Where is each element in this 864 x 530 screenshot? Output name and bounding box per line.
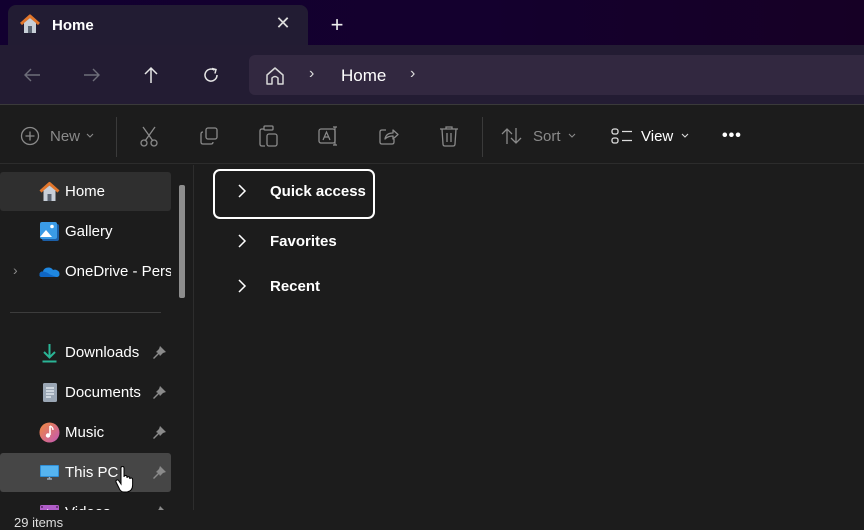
title-bar: Home ✕ + xyxy=(0,0,864,45)
sidebar-item-downloads[interactable]: Downloads xyxy=(0,333,171,372)
address-bar[interactable]: › Home › xyxy=(249,55,864,95)
forward-button[interactable] xyxy=(77,61,107,89)
breadcrumb-separator[interactable]: › xyxy=(410,65,415,83)
tab-home[interactable]: Home ✕ xyxy=(8,5,308,45)
chevron-right-icon[interactable] xyxy=(235,183,249,199)
refresh-icon xyxy=(204,67,218,82)
cut-button[interactable] xyxy=(139,123,159,149)
up-button[interactable] xyxy=(136,61,166,89)
downloads-icon xyxy=(42,344,57,363)
sidebar-item-this-pc[interactable]: This PC xyxy=(0,453,171,492)
sidebar-item-label: Home xyxy=(65,183,106,200)
forward-arrow-icon xyxy=(84,68,100,82)
back-button[interactable] xyxy=(17,61,47,89)
view-label: View xyxy=(641,127,674,145)
delete-button[interactable] xyxy=(439,123,459,149)
chevron-right-icon[interactable] xyxy=(235,233,249,249)
sidebar-divider xyxy=(10,312,161,313)
pin-icon[interactable] xyxy=(152,425,167,440)
chevron-down-icon xyxy=(681,133,689,138)
pin-icon[interactable] xyxy=(152,385,167,400)
this-pc-icon xyxy=(40,465,59,480)
back-arrow-icon xyxy=(24,68,40,82)
new-button[interactable]: New xyxy=(20,123,94,149)
sidebar-item-onedrive[interactable]: › OneDrive - Personal xyxy=(0,252,171,291)
item-count: 29 items xyxy=(14,515,64,530)
chevron-right-icon[interactable] xyxy=(235,278,249,294)
sort-icon xyxy=(501,128,522,144)
sidebar-scrollbar[interactable] xyxy=(179,185,185,298)
close-tab-icon[interactable]: ✕ xyxy=(273,13,293,33)
up-arrow-icon xyxy=(144,66,158,83)
copy-button[interactable] xyxy=(199,123,219,149)
rename-button[interactable] xyxy=(318,123,340,149)
view-icon xyxy=(611,128,632,144)
home-icon xyxy=(20,14,40,33)
documents-icon xyxy=(43,383,57,402)
videos-icon xyxy=(40,505,59,510)
sidebar-item-videos[interactable]: Videos xyxy=(0,493,171,510)
gallery-icon xyxy=(40,222,59,241)
new-tab-button[interactable]: + xyxy=(325,14,349,38)
breadcrumb-home[interactable]: Home xyxy=(341,66,386,86)
sidebar-item-documents[interactable]: Documents xyxy=(0,373,171,412)
share-icon xyxy=(379,129,399,145)
sidebar-item-music[interactable]: Music xyxy=(0,413,171,452)
delete-icon xyxy=(440,126,458,147)
toolbar-divider xyxy=(482,117,483,157)
paste-icon xyxy=(259,125,278,147)
cut-icon xyxy=(140,126,158,147)
pin-icon[interactable] xyxy=(152,465,167,480)
breadcrumb-separator[interactable]: › xyxy=(309,65,314,83)
sort-button[interactable]: Sort xyxy=(501,123,576,149)
group-quick-access[interactable]: Quick access xyxy=(213,169,375,219)
share-button[interactable] xyxy=(378,123,400,149)
home-outline-icon[interactable] xyxy=(264,66,286,86)
onedrive-icon xyxy=(39,267,60,277)
more-options-button[interactable]: ••• xyxy=(722,123,742,149)
chevron-right-icon[interactable]: › xyxy=(13,262,18,278)
sidebar-item-home[interactable]: Home xyxy=(0,172,171,211)
group-label: Favorites xyxy=(270,233,337,250)
chevron-down-icon xyxy=(568,133,575,138)
refresh-button[interactable] xyxy=(196,61,226,89)
navigation-bar: › Home › xyxy=(0,45,864,105)
main-content: Quick access Favorites Recent xyxy=(195,165,864,510)
sidebar-item-label: OneDrive - Personal xyxy=(65,263,171,280)
view-button[interactable]: View xyxy=(611,123,689,149)
chevron-down-icon xyxy=(86,133,94,138)
home-icon xyxy=(39,182,60,201)
status-bar: 29 items xyxy=(0,510,864,530)
hand-cursor-icon xyxy=(115,466,134,493)
group-label: Recent xyxy=(270,278,321,295)
paste-button[interactable] xyxy=(259,123,279,149)
navigation-pane: Home Gallery › OneDrive - Personal Downl… xyxy=(0,165,194,510)
new-label: New xyxy=(50,127,81,145)
group-recent[interactable]: Recent xyxy=(213,264,373,312)
pin-icon[interactable] xyxy=(152,345,167,360)
sort-label: Sort xyxy=(533,127,561,145)
group-label: Quick access xyxy=(270,183,366,200)
sidebar-item-gallery[interactable]: Gallery xyxy=(0,212,171,251)
plus-circle-icon xyxy=(20,126,40,146)
sidebar-item-label: Gallery xyxy=(65,223,113,240)
rename-icon xyxy=(318,126,337,146)
group-favorites[interactable]: Favorites xyxy=(213,219,373,267)
toolbar-divider xyxy=(116,117,117,157)
copy-icon xyxy=(200,127,218,145)
music-icon xyxy=(39,422,60,443)
tab-title: Home xyxy=(52,17,94,34)
command-bar: New Sort View ••• xyxy=(0,106,864,164)
